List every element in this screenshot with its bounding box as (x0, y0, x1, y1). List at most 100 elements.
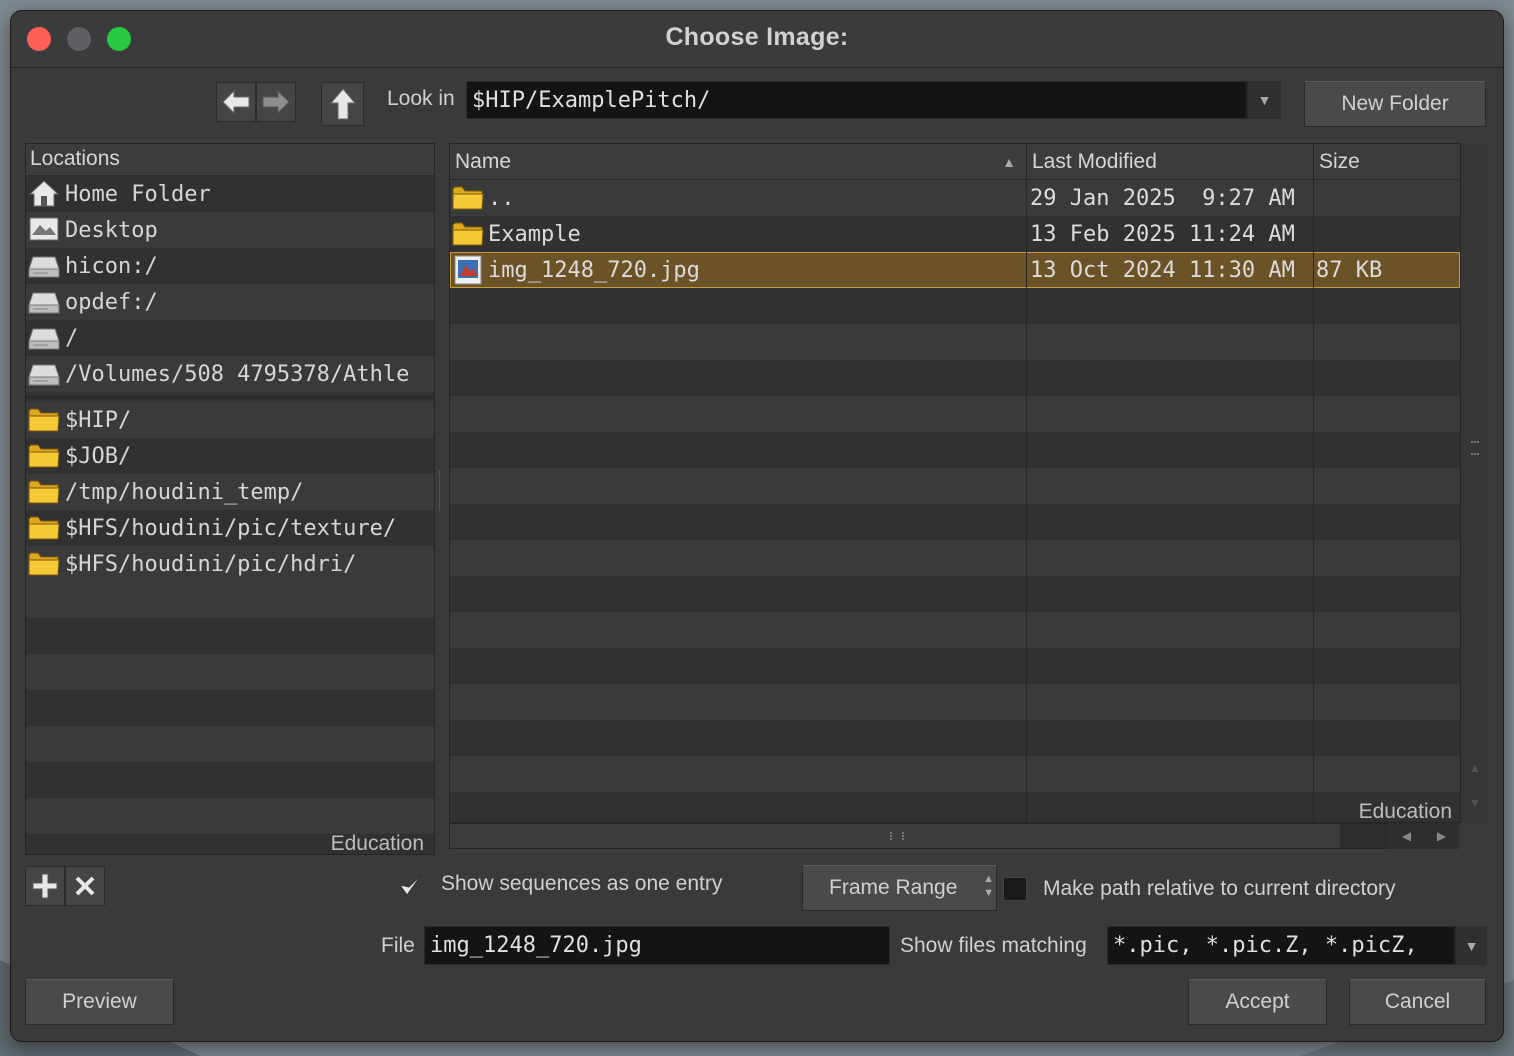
bookmark-item-label: $JOB/ (65, 443, 132, 469)
arrow-right-icon (262, 89, 290, 115)
file-row[interactable]: Example 13 Feb 2025 11:24 AM (450, 216, 1460, 252)
empty-row (26, 582, 434, 618)
file-label: File (381, 934, 415, 957)
accept-label: Accept (1225, 990, 1290, 1013)
title-bar: Choose Image: (11, 11, 1503, 68)
bookmark-item[interactable]: $HFS/houdini/pic/hdri/ (26, 546, 434, 582)
vertical-scrollbar[interactable]: ▲ ▼ (1461, 143, 1489, 823)
relative-path-checkbox[interactable] (1003, 877, 1027, 901)
empty-row (26, 690, 434, 726)
bookmark-item[interactable]: $HIP/ (26, 402, 434, 438)
plus-icon (32, 873, 58, 899)
file-name-value: img_1248_720.jpg (430, 933, 642, 958)
preview-label: Preview (62, 990, 137, 1013)
dialog-title: Choose Image: (665, 23, 849, 51)
relative-path-label: Make path relative to current directory (1043, 877, 1396, 900)
location-item[interactable]: hicon:/ (26, 248, 434, 284)
column-header-name[interactable]: Name ▲ (450, 144, 1026, 179)
file-name: Example (488, 221, 581, 247)
scroll-down-arrow[interactable]: ▼ (1461, 788, 1489, 818)
drive-icon (28, 323, 60, 353)
remove-bookmark-button[interactable] (65, 866, 105, 906)
locations-separator (26, 396, 434, 399)
bookmark-item[interactable]: /tmp/houdini_temp/ (26, 474, 434, 510)
drive-icon (28, 359, 60, 389)
column-name-label: Name (455, 150, 512, 173)
cancel-button[interactable]: Cancel (1349, 979, 1486, 1025)
folder-icon (452, 183, 486, 213)
look-in-label: Look in (387, 87, 455, 110)
file-filter-dropdown-button[interactable]: ▼ (1455, 926, 1487, 965)
scroll-grip-icon (890, 832, 904, 840)
folder-icon (28, 441, 60, 471)
column-size-label: Size (1319, 150, 1360, 173)
horizontal-scrollbar[interactable] (449, 823, 1399, 849)
file-row[interactable]: img_1248_720.jpg 13 Oct 2024 11:30 AM 87 K… (450, 252, 1460, 288)
empty-row (450, 792, 1460, 822)
back-button[interactable] (216, 82, 256, 122)
location-item[interactable]: /Volumes/508 4795378/Athle (26, 356, 434, 392)
empty-row (450, 432, 1460, 468)
file-size (1316, 216, 1456, 252)
arrow-left-icon (222, 89, 250, 115)
accept-button[interactable]: Accept (1188, 979, 1327, 1025)
file-filter-combo[interactable]: *.pic, *.pic.Z, *.picZ, (1107, 926, 1455, 965)
chevron-down-icon: ▼ (1464, 937, 1479, 954)
empty-row (450, 360, 1460, 396)
empty-row (450, 324, 1460, 360)
file-row[interactable]: .. 29 Jan 2025 9:27 AM (450, 180, 1460, 216)
empty-row (450, 468, 1460, 504)
location-item[interactable]: / (26, 320, 434, 356)
scroll-left-arrow[interactable]: ◀ (1389, 823, 1424, 849)
parent-directory-button[interactable] (321, 82, 364, 126)
checkmark-icon (398, 873, 423, 896)
locations-header: Locations (26, 144, 434, 176)
new-folder-button[interactable]: New Folder (1304, 81, 1486, 127)
file-list-header: Name ▲ Last Modified Size (450, 144, 1460, 180)
frame-range-button[interactable]: Frame Range ▲ ▼ (802, 865, 997, 911)
empty-row (450, 684, 1460, 720)
image-file-icon (452, 255, 486, 285)
location-item-label: Desktop (65, 217, 158, 243)
folder-icon (28, 477, 60, 507)
arrow-up-icon (329, 88, 356, 120)
choose-image-dialog: Choose Image: Look in $HIP/ExamplePitch/… (10, 10, 1504, 1042)
bookmark-item-label: $HIP/ (65, 407, 132, 433)
location-item[interactable]: Home Folder (26, 176, 434, 212)
file-filter-value: *.pic, *.pic.Z, *.picZ, (1113, 933, 1418, 958)
empty-row (450, 396, 1460, 432)
file-size (1316, 180, 1456, 216)
column-header-last-modified[interactable]: Last Modified (1026, 144, 1313, 179)
file-list: Name ▲ Last Modified Size .. 29 Jan 2025 … (449, 143, 1461, 823)
home-icon (28, 179, 60, 209)
panel-splitter[interactable] (439, 471, 444, 511)
forward-button[interactable] (256, 82, 296, 122)
add-bookmark-button[interactable] (25, 866, 65, 906)
location-item[interactable]: opdef:/ (26, 284, 434, 320)
location-item-label: / (65, 325, 79, 351)
location-item[interactable]: Desktop (26, 212, 434, 248)
look-in-path-combo[interactable]: $HIP/ExamplePitch/ (466, 81, 1247, 119)
bookmark-item[interactable]: $HFS/houdini/pic/texture/ (26, 510, 434, 546)
look-in-dropdown-button[interactable]: ▼ (1247, 81, 1281, 119)
file-name: .. (488, 185, 515, 211)
locations-panel: Locations Home Folder Desktop hicon:/ opdef… (25, 143, 435, 855)
drive-icon (28, 251, 60, 281)
show-sequences-checkbox[interactable] (397, 871, 425, 899)
bookmark-item[interactable]: $JOB/ (26, 438, 434, 474)
file-size: 87 KB (1316, 257, 1383, 283)
location-item-label: opdef:/ (65, 289, 158, 315)
empty-row (450, 756, 1460, 792)
show-sequences-label: Show sequences as one entry (441, 872, 723, 895)
scroll-right-arrow[interactable]: ▶ (1424, 823, 1459, 849)
new-folder-label: New Folder (1341, 92, 1449, 115)
file-name-input[interactable]: img_1248_720.jpg (424, 926, 890, 965)
scroll-up-arrow[interactable]: ▲ (1461, 753, 1489, 783)
bookmark-item-label: $HFS/houdini/pic/texture/ (65, 515, 397, 541)
column-header-size[interactable]: Size (1313, 144, 1460, 179)
preview-button[interactable]: Preview (25, 979, 174, 1025)
desktop-icon (28, 215, 60, 245)
empty-row (26, 726, 434, 762)
empty-row (450, 540, 1460, 576)
bookmark-item-label: $HFS/houdini/pic/hdri/ (65, 551, 357, 577)
